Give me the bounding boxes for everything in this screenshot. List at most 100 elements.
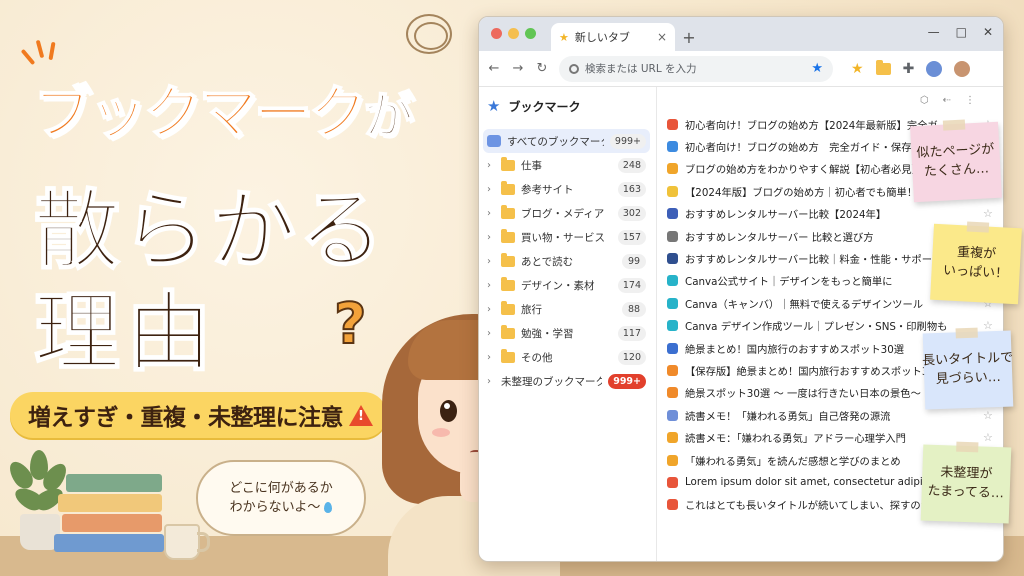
title-line-1: ブックマークが	[33, 66, 415, 150]
minimize-button[interactable]: —	[928, 25, 940, 39]
chevron-right-icon[interactable]: ›	[487, 304, 495, 315]
favicon-icon	[667, 409, 678, 421]
item-count-badge: 88	[622, 301, 646, 317]
book-stack	[52, 470, 170, 556]
more-icon[interactable]: ⋮	[965, 95, 975, 107]
note-line-1: 重複が	[956, 245, 997, 263]
favicon-icon	[667, 163, 678, 175]
note-line-2: たまってる…	[927, 483, 1005, 502]
chevron-right-icon[interactable]: ›	[487, 256, 495, 267]
bookmark-sidebar: ★ ブックマーク すべてのブックマーク 999+ › 仕事 248 › 参考サイト 163 › ブ…	[479, 87, 657, 561]
title-line-3: 理由	[33, 282, 218, 384]
bookmark-star-icon: ★	[487, 97, 501, 115]
favicon-icon	[667, 320, 678, 332]
star-outline-icon[interactable]: ☆	[983, 431, 995, 444]
sticky-note-2: 長いタイトルで 見づらい…	[922, 327, 1013, 410]
sidebar-item-label: その他	[521, 351, 553, 364]
star-outline-icon[interactable]: ☆	[983, 409, 995, 422]
sidebar-item-label: すべてのブックマーク	[507, 135, 604, 148]
scribble-icon	[406, 14, 452, 54]
tab-close-icon[interactable]: ×	[657, 30, 667, 44]
folder-icon	[501, 228, 515, 243]
tab-favicon-star-icon: ★	[559, 30, 569, 44]
sidebar-item-8[interactable]: › 勉強・学習 117	[483, 321, 650, 345]
browser-toolbar: ← → ↻ 検索または URL を入力 ★ ★ ✚	[479, 51, 1003, 87]
user-avatar[interactable]	[954, 60, 971, 77]
minimize-dot[interactable]	[508, 28, 519, 39]
sidebar-item-2[interactable]: › 参考サイト 163	[483, 177, 650, 201]
favicon-icon	[667, 275, 678, 287]
maximize-button[interactable]: □	[956, 25, 967, 39]
folder-icon	[501, 276, 515, 291]
title-bookmark: ブックマーク	[33, 78, 368, 148]
address-bar[interactable]: 検索または URL を入力 ★	[559, 55, 833, 82]
chevron-right-icon[interactable]: ›	[487, 208, 495, 219]
bookmark-star-icon[interactable]: ★	[811, 61, 823, 76]
chevron-right-icon[interactable]: ›	[487, 184, 495, 195]
sidebar-item-label: 旅行	[521, 303, 542, 316]
item-count-badge: 248	[617, 157, 646, 173]
tab-bar: ★ 新しいタブ × + — □ ✕	[479, 17, 1003, 51]
item-count-badge: 163	[617, 181, 646, 197]
folder-icon	[501, 300, 515, 315]
tab-new-tab[interactable]: ★ 新しいタブ ×	[551, 23, 675, 51]
speech-bubble: どこに何があるか わからないよ〜	[196, 460, 366, 536]
sidebar-item-label: ブログ・メディア	[521, 207, 605, 220]
sort-icon[interactable]: ⇠	[943, 95, 951, 107]
chevron-right-icon[interactable]: ›	[487, 232, 495, 243]
sidebar-item-6[interactable]: › デザイン・素材 174	[483, 273, 650, 297]
folder-icon	[501, 348, 515, 363]
question-mark-icon: ?	[333, 291, 368, 358]
new-tab-button[interactable]: +	[675, 23, 703, 51]
subtitle-text: 増えすぎ・重複・未整理に注意	[28, 405, 344, 431]
sidebar-item-7[interactable]: › 旅行 88	[483, 297, 650, 321]
sidebar-item-5[interactable]: › あとで読む 99	[483, 249, 650, 273]
search-icon	[569, 63, 579, 74]
sidebar-item-4[interactable]: › 買い物・サービス 157	[483, 225, 650, 249]
note-line-1: 未整理が	[940, 465, 993, 483]
tab-title: 新しいタブ	[574, 31, 630, 44]
sidebar-item-1[interactable]: › 仕事 248	[483, 153, 650, 177]
close-window-button[interactable]: ✕	[983, 25, 993, 39]
chevron-right-icon[interactable]: ›	[487, 280, 495, 291]
sidebar-item-3[interactable]: › ブログ・メディア 302	[483, 201, 650, 225]
folder-icon	[501, 324, 515, 339]
folder-icon	[501, 180, 515, 195]
chevron-right-icon[interactable]: ›	[487, 328, 495, 339]
favicon-icon	[667, 118, 678, 130]
maximize-dot[interactable]	[525, 28, 536, 39]
favicon-icon	[667, 364, 678, 376]
sidebar-item-10[interactable]: › 未整理のブックマーク 999+	[483, 369, 650, 393]
item-count-badge: 174	[617, 277, 646, 293]
chevron-right-icon[interactable]: ›	[487, 160, 495, 171]
favicon-icon	[667, 387, 678, 399]
sidebar-item-label: 仕事	[521, 159, 542, 172]
favicon-icon	[667, 454, 678, 466]
sidebar-item-label: 未整理のブックマーク	[501, 375, 603, 388]
chevron-right-icon[interactable]: ›	[487, 376, 495, 387]
star-outline-icon[interactable]: ☆	[983, 207, 995, 220]
bookmark-row[interactable]: おすすめレンタルサーバー比較【2024年】 ☆	[657, 203, 1003, 225]
forward-arrow-icon[interactable]: →	[511, 61, 525, 76]
folder-icon[interactable]	[875, 59, 891, 75]
speech-line-1: どこに何があるか	[229, 480, 333, 496]
favicon-icon	[667, 476, 678, 488]
back-arrow-icon[interactable]: ←	[487, 61, 501, 76]
sidebar-item-9[interactable]: › その他 120	[483, 345, 650, 369]
sidebar-item-label: あとで読む	[521, 255, 574, 268]
settings-icon[interactable]: ⬡	[920, 95, 929, 107]
sidebar-item-0[interactable]: すべてのブックマーク 999+	[483, 129, 650, 153]
profile-icon[interactable]	[926, 60, 943, 77]
favicon-icon	[667, 499, 678, 511]
tape-icon	[955, 327, 978, 339]
star-icon[interactable]: ★	[851, 61, 864, 77]
reload-icon[interactable]: ↻	[535, 61, 549, 76]
sticky-note-1: 重複が いっぱい！	[930, 221, 1022, 305]
sidebar-item-label: デザイン・素材	[521, 279, 595, 292]
extension-icon[interactable]: ✚	[903, 61, 915, 77]
close-dot[interactable]	[491, 28, 502, 39]
sidebar-header: ★ ブックマーク	[479, 91, 656, 129]
item-count-badge: 302	[617, 205, 646, 221]
chevron-right-icon[interactable]: ›	[487, 352, 495, 363]
sidebar-title: ブックマーク	[508, 99, 581, 114]
